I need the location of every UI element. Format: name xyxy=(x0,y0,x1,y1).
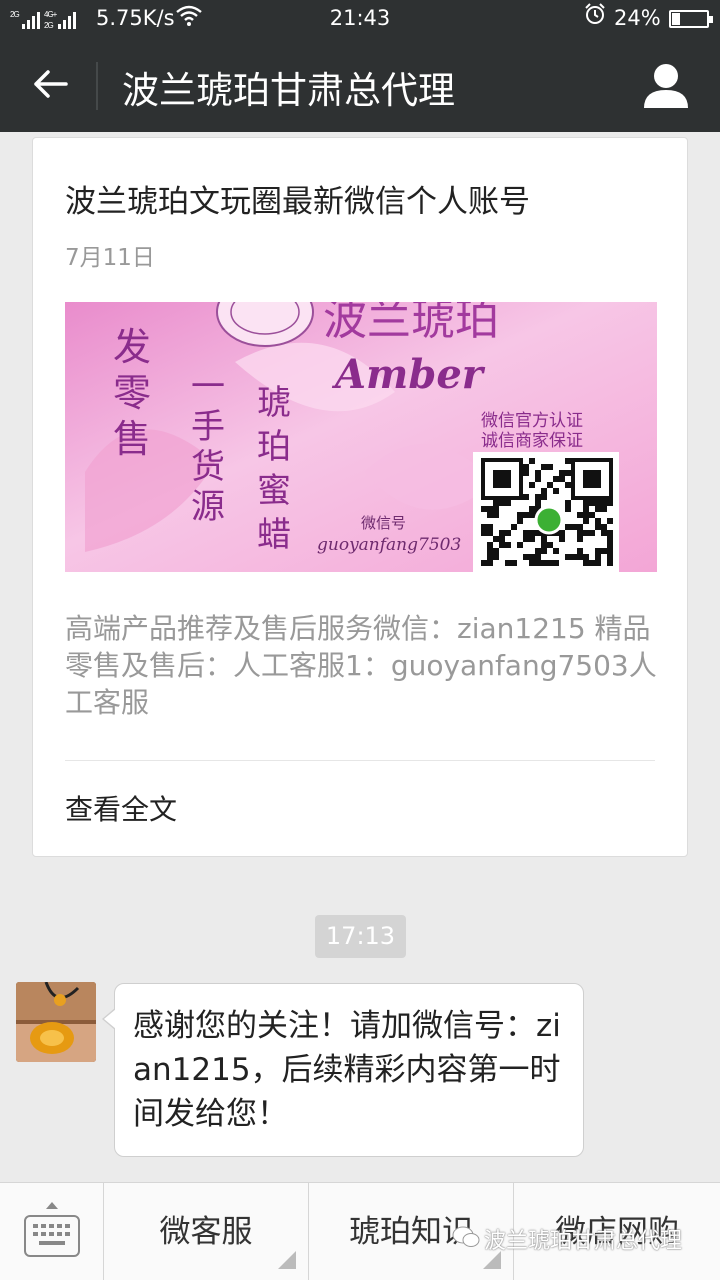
article-banner-image[interactable]: 波兰琥珀 Amber 发零售 一手货源 琥珀蜜蜡 微信官方认证 诚信商家保证 微… xyxy=(65,302,657,572)
arrow-left-icon[interactable] xyxy=(30,64,70,104)
card-divider xyxy=(65,760,655,761)
message-text: 感谢您的关注！请加微信号：zian1215，后续精彩内容第一时间发给您！ xyxy=(133,1008,561,1132)
article-description: 高端产品推荐及售后服务微信：zian1215 精品零售及售后：人工客服1：guo… xyxy=(65,612,657,719)
article-date: 7月11日 xyxy=(65,245,155,271)
keyboard-toggle-button[interactable] xyxy=(0,1183,104,1280)
page-title: 波兰琥珀甘肃总代理 xyxy=(122,69,455,112)
banner-mid-column: 一手货源 xyxy=(191,367,225,527)
message-bubble[interactable]: 感谢您的关注！请加微信号：zian1215，后续精彩内容第一时间发给您！ xyxy=(102,983,584,1157)
submenu-corner-icon xyxy=(278,1251,296,1269)
wechat-logo-icon xyxy=(452,1226,480,1258)
banner-cert-line1: 微信官方认证 xyxy=(481,411,583,431)
article-card[interactable]: 波兰琥珀文玩圈最新微信个人账号 7月11日 波兰琥珀 Amber 发零售 一手货… xyxy=(32,137,688,857)
person-icon[interactable] xyxy=(636,56,696,116)
read-full-text-link[interactable]: 查看全文 xyxy=(65,788,177,828)
battery-percent: 24% xyxy=(614,6,661,30)
watermark: 波兰琥珀甘肃总代理 xyxy=(452,1226,682,1258)
banner-amber-word: Amber xyxy=(331,351,486,398)
battery-icon xyxy=(669,10,713,28)
keyboard-icon xyxy=(24,1215,80,1257)
clock: 21:43 xyxy=(329,6,391,30)
avatar[interactable] xyxy=(16,982,96,1062)
chat-timestamp: 17:13 xyxy=(315,915,406,958)
menu-item-customer-service[interactable]: 微客服 xyxy=(104,1183,309,1280)
status-bar: 2G 4G+ 2G 5.75K/s 21:43 24% xyxy=(0,0,720,38)
nav-divider xyxy=(96,62,98,110)
watermark-text: 波兰琥珀甘肃总代理 xyxy=(484,1229,683,1254)
article-title[interactable]: 波兰琥珀文玩圈最新微信个人账号 xyxy=(65,176,530,221)
banner-wechat-label: 微信号 xyxy=(361,514,406,532)
banner-top-text: 波兰琥珀 xyxy=(323,302,499,345)
nav-bar: 波兰琥珀甘肃总代理 xyxy=(0,38,720,132)
battery-level xyxy=(672,13,681,25)
caret-up-icon xyxy=(46,1202,58,1209)
banner-cert-line2: 诚信商家保证 xyxy=(481,431,583,451)
banner-left-column: 发零售 xyxy=(113,325,151,461)
banner-wechat-id: guoyanfang7503 xyxy=(317,535,461,555)
menu-item-label: 微客服 xyxy=(159,1214,253,1250)
alarm-clock-icon xyxy=(584,3,606,31)
